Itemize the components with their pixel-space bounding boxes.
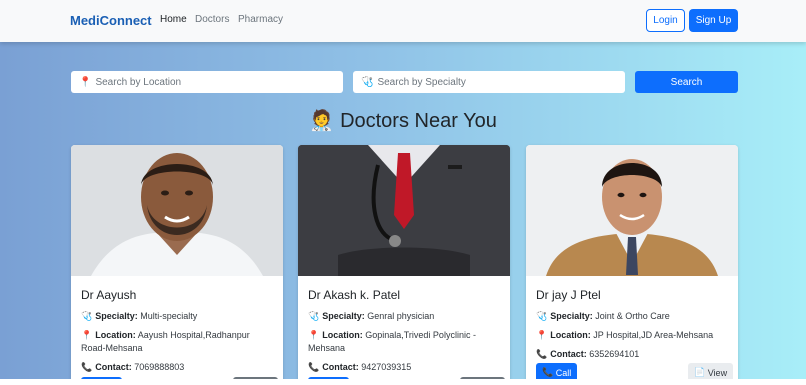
document-icon: 📄	[694, 367, 708, 377]
section-title: 🧑‍⚕️ Doctors Near You	[0, 108, 806, 133]
doctor-contact: 📞 Contact: 7069888803	[81, 362, 185, 372]
doctor-specialty: 🩺 Specialty: Joint & Ortho Care	[536, 311, 670, 321]
doctor-specialty: 🩺 Specialty: Genral physician	[308, 311, 435, 321]
stethoscope-icon: 🩺	[308, 311, 320, 321]
doctor-card: Dr Aayush 🩺 Specialty: Multi-specialty 📍 L…	[71, 145, 283, 385]
nav-link-home[interactable]: Home	[160, 14, 187, 25]
phone-icon: 📞	[542, 367, 556, 377]
specialty-search-input[interactable]: 🩺 Search by Specialty	[353, 71, 625, 93]
map-pin-icon: 📍	[308, 330, 320, 340]
doctor-card: Dr jay J Ptel 🩺 Specialty: Joint & Ortho …	[526, 145, 738, 385]
doctor-location: 📍 Location: Gopinala,Trivedi Polyclinic -…	[308, 330, 476, 353]
doctor-card: Dr Akash k. Patel 🩺 Specialty: Genral phy…	[298, 145, 510, 385]
login-button[interactable]: Login	[646, 9, 685, 32]
nav-link-doctors[interactable]: Doctors	[195, 14, 229, 25]
doctor-photo	[71, 145, 283, 276]
stethoscope-icon: 🩺	[361, 76, 374, 88]
location-search-input[interactable]: 📍 Search by Location	[71, 71, 343, 93]
phone-icon: 📞	[308, 362, 320, 372]
doctor-location: 📍 Location: JP Hospital,JD Area-Mehsana	[536, 330, 714, 340]
phone-icon: 📞	[536, 349, 548, 359]
map-pin-icon: 📍	[536, 330, 548, 340]
doctor-specialty: 🩺 Specialty: Multi-specialty	[81, 311, 198, 321]
search-button[interactable]: Search	[635, 71, 738, 93]
doctor-name: Dr Aayush	[81, 288, 137, 302]
doctor-contact: 📞 Contact: 9427039315	[308, 362, 412, 372]
map-pin-icon: 📍	[79, 76, 92, 88]
section-title-text: Doctors Near You	[340, 110, 497, 132]
doctor-location: 📍 Location: Aayush Hospital,Radhanpur Roa…	[81, 330, 250, 353]
bottom-bar	[0, 379, 806, 385]
phone-icon: 📞	[81, 362, 93, 372]
doctor-name: Dr jay J Ptel	[536, 288, 601, 302]
nav-link-pharmacy[interactable]: Pharmacy	[238, 14, 283, 25]
signup-button[interactable]: Sign Up	[689, 9, 738, 32]
doctor-name: Dr Akash k. Patel	[308, 288, 401, 302]
doctor-contact: 📞 Contact: 6352694101	[536, 349, 640, 359]
specialty-search-placeholder: Search by Specialty	[377, 76, 466, 88]
doctor-icon: 🧑‍⚕️	[309, 110, 335, 132]
doctor-photo	[526, 145, 738, 276]
map-pin-icon: 📍	[81, 330, 93, 340]
doctor-photo	[298, 145, 510, 276]
stethoscope-icon: 🩺	[81, 311, 93, 321]
brand-logo[interactable]: MediConnect	[70, 13, 152, 28]
navbar: MediConnect Home Doctors Pharmacy Login …	[0, 0, 806, 42]
location-search-placeholder: Search by Location	[95, 76, 182, 88]
stethoscope-icon: 🩺	[536, 311, 548, 321]
